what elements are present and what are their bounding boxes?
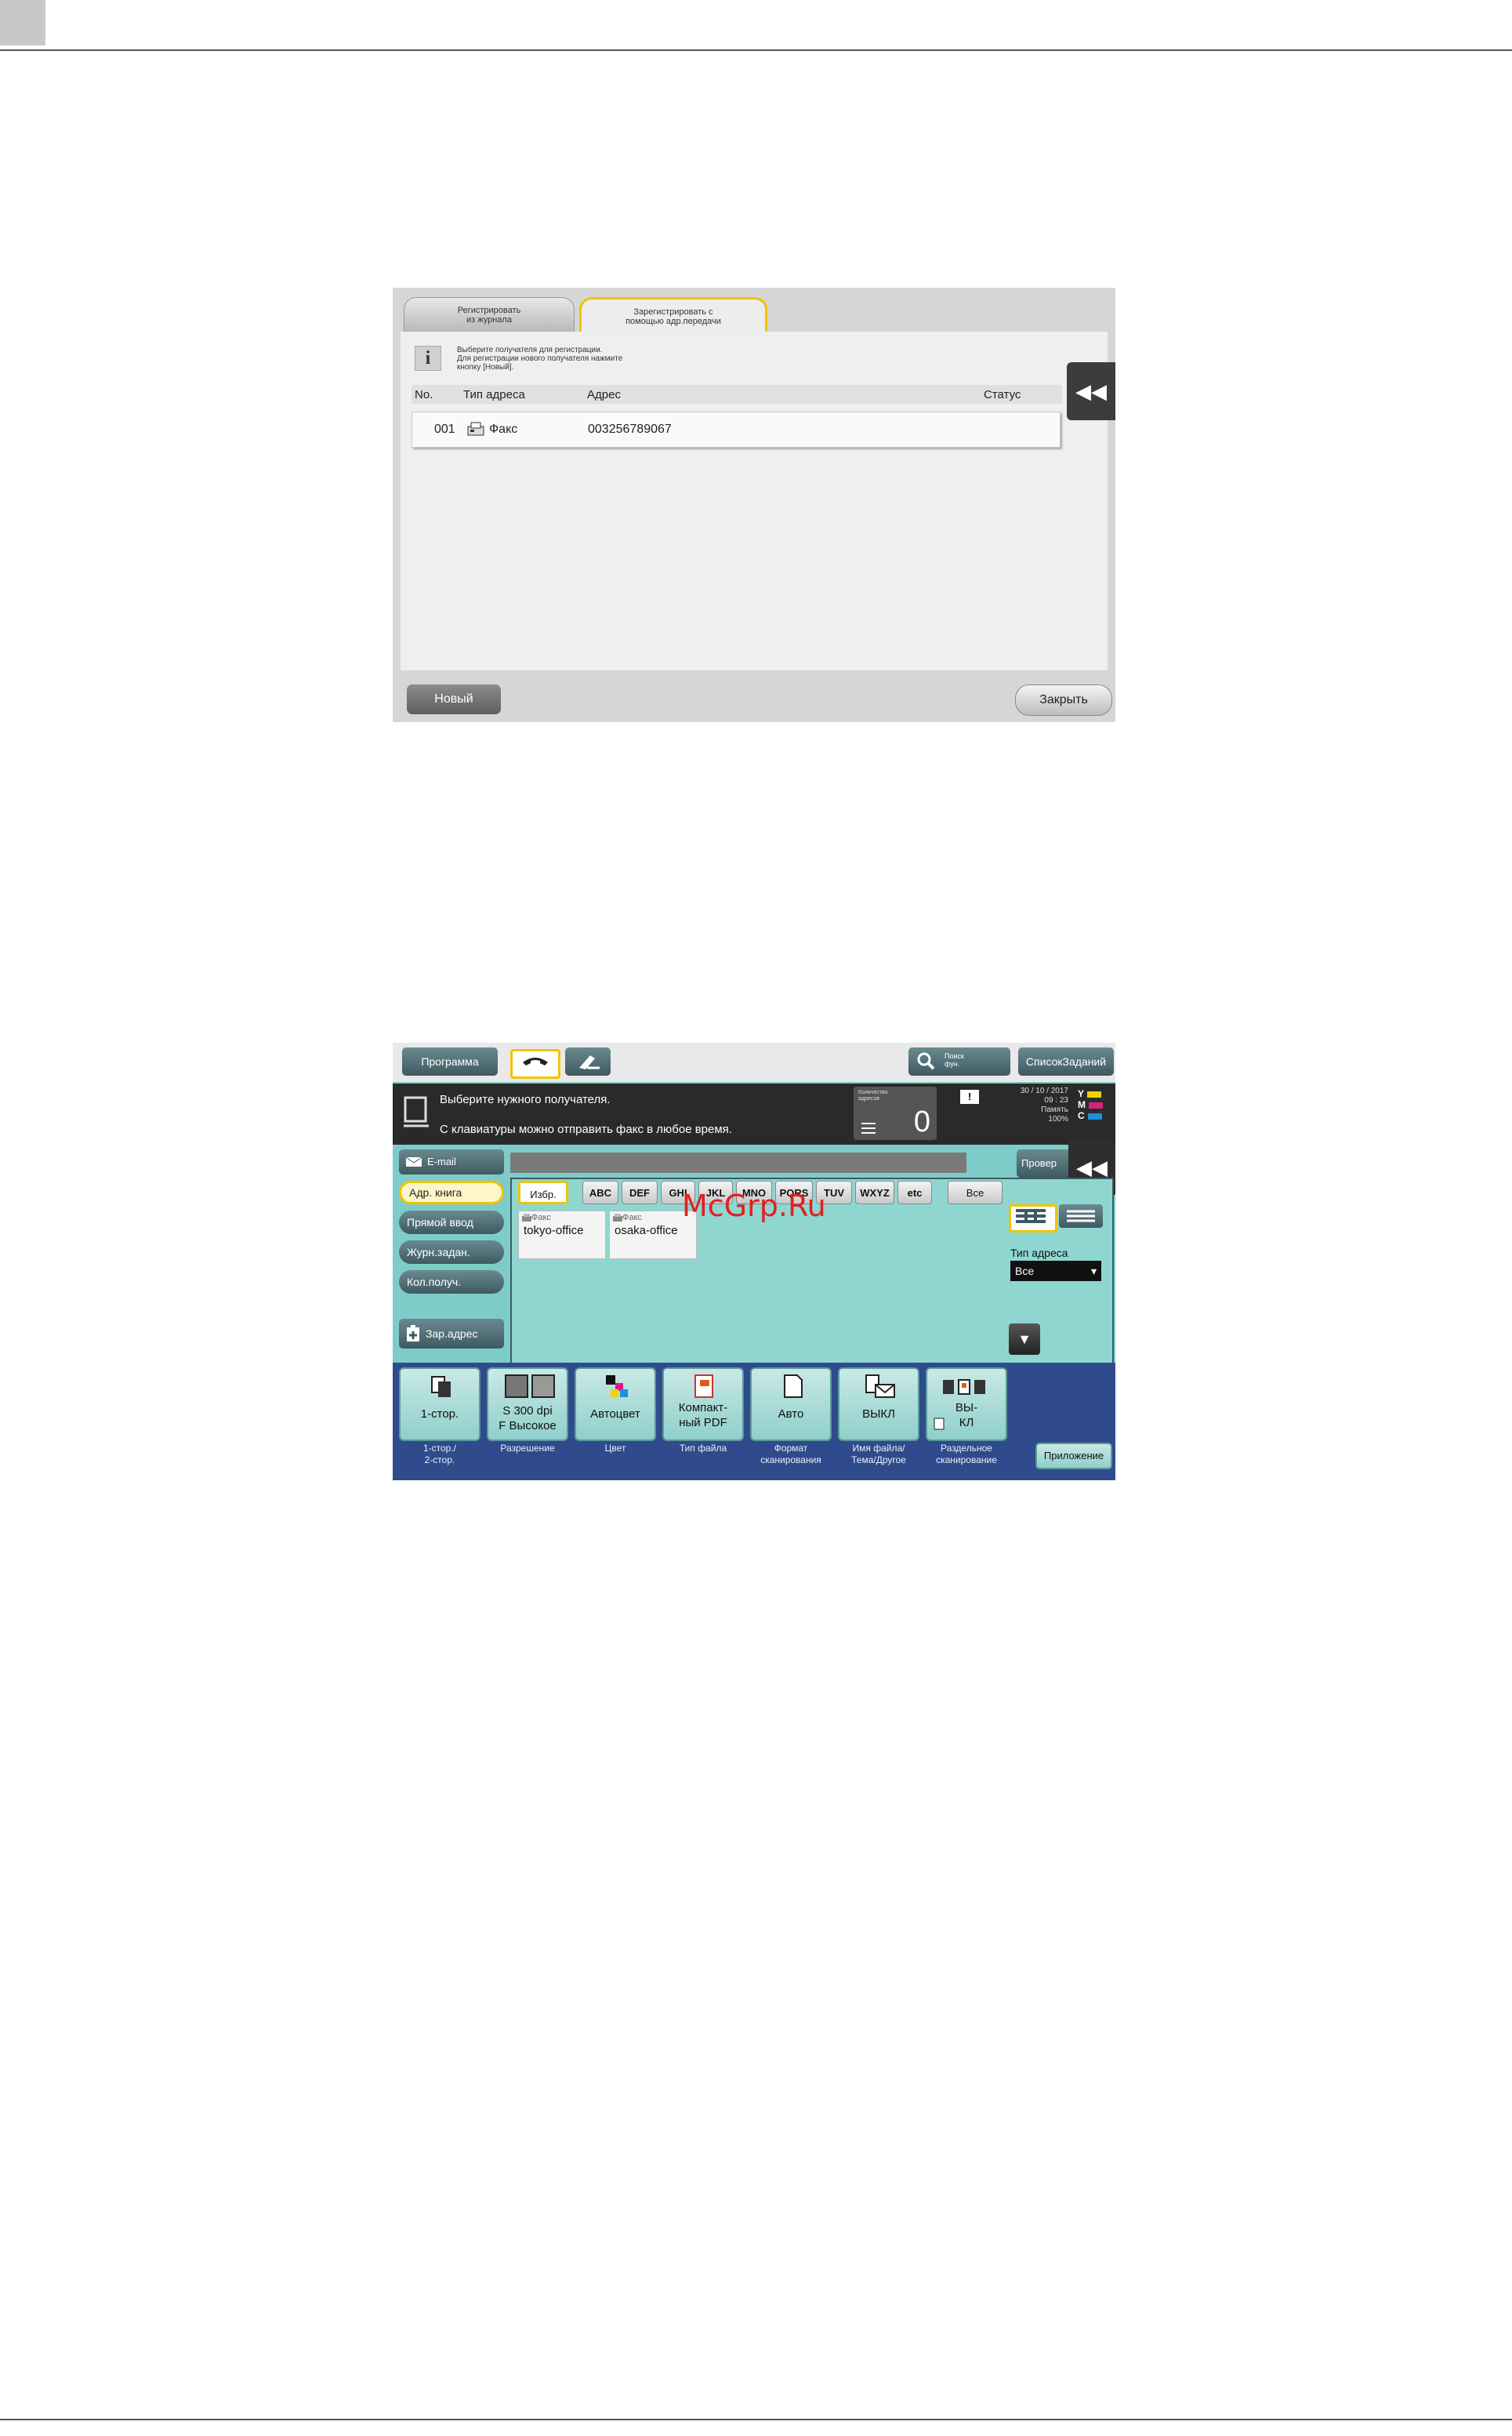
register-from-transmission-screen: Регистрировать из журнала Зарегистрирова… (393, 288, 1115, 722)
application-button[interactable]: Приложение (1035, 1443, 1112, 1469)
tab-register-from-journal[interactable]: Регистрировать из журнала (404, 297, 575, 333)
telephone-icon (523, 1058, 548, 1066)
counter-label: Количество адресов (858, 1090, 888, 1102)
index-favorites[interactable]: Избр. (518, 1181, 568, 1204)
pdf-file-icon (694, 1374, 713, 1398)
job-list-button[interactable]: СписокЗаданий (1018, 1047, 1114, 1076)
scroll-down-icon[interactable]: ▼ (1009, 1323, 1040, 1355)
separate-scan-button[interactable]: ВЫ- КЛ (926, 1367, 1007, 1441)
grid-view-icon[interactable] (1009, 1204, 1057, 1233)
function-search-button[interactable]: Поиск фун. (908, 1047, 1010, 1076)
caption-duplex: 1-стор./ 2-стор. (422, 1443, 457, 1465)
envelope-icon (405, 1156, 422, 1167)
auto-color-icon (606, 1375, 628, 1397)
row-no: 001 (434, 423, 455, 436)
caption-separate-scan: Раздельное сканирование (936, 1443, 997, 1465)
datetime-memory: 30 / 10 / 2017 09 : 23 Память 100% (1020, 1087, 1068, 1124)
address-book-button[interactable]: Адр. книга (399, 1181, 504, 1204)
duplex-button[interactable]: 1-стор. (399, 1367, 480, 1441)
message-bar: Выберите нужного получателя. С клавиатур… (393, 1084, 1115, 1145)
direct-input-button[interactable]: Прямой ввод (399, 1211, 504, 1234)
fax-icon (467, 422, 484, 436)
address-display-field (510, 1153, 966, 1173)
fax-destination-screen: Программа Поиск фун. СписокЗаданий Выбер… (393, 1043, 1115, 1480)
job-log-button[interactable]: Журн.задан. (399, 1240, 504, 1264)
destination-counter: Количество адресов 0 (854, 1087, 937, 1140)
page-corner-tab (0, 0, 45, 45)
message-line-1: Выберите нужного получателя. (440, 1093, 611, 1106)
table-header: No. Тип адреса Адрес Статус (412, 385, 1062, 404)
caption-file-type: Тип файла (679, 1443, 727, 1454)
caption-scan-size: Формат сканирования (760, 1443, 821, 1465)
page-icon (784, 1374, 803, 1398)
toner-cyan: C (1078, 1110, 1109, 1121)
double-chevron-left-icon[interactable]: ◀◀ (1067, 362, 1115, 420)
file-name-icon (865, 1374, 895, 1398)
recipient-count-button[interactable]: Кол.получ. (399, 1270, 504, 1294)
onhook-icon (579, 1055, 600, 1069)
fax-icon (522, 1214, 531, 1222)
col-address-type: Тип адреса (463, 388, 525, 401)
scan-size-button[interactable]: Авто (750, 1367, 832, 1441)
duplex-icon (431, 1376, 451, 1397)
program-button[interactable]: Программа (402, 1047, 498, 1076)
warning-icon[interactable]: ! (960, 1090, 979, 1104)
header-rule (0, 49, 1512, 51)
col-status: Статус (984, 388, 1021, 401)
col-address: Адрес (587, 388, 621, 401)
document-icon (404, 1096, 429, 1127)
table-row[interactable]: 001 Факс 003256789067 (412, 412, 1061, 448)
fax-icon (613, 1214, 622, 1222)
col-no: No. (415, 388, 433, 401)
index-etc[interactable]: etc (897, 1181, 932, 1204)
search-icon (917, 1052, 935, 1070)
address-type-select[interactable]: Все ▾ (1010, 1261, 1101, 1281)
toner-yellow: Y (1078, 1088, 1109, 1099)
chevron-down-icon: ▾ (1090, 1265, 1097, 1277)
caption-color: Цвет (604, 1443, 626, 1454)
info-text: Выберите получателя для регистрации. Для… (457, 346, 623, 372)
list-icon (861, 1123, 876, 1134)
resolution-button[interactable]: S 300 dpi F Высокое (487, 1367, 568, 1441)
row-type: Факс (489, 423, 518, 436)
index-def[interactable]: DEF (622, 1181, 658, 1204)
file-type-button[interactable]: Компакт- ный PDF (662, 1367, 744, 1441)
list-view-icon[interactable] (1059, 1204, 1103, 1228)
row-address: 003256789067 (588, 423, 672, 436)
register-address-button[interactable]: Зар.адрес (399, 1319, 504, 1349)
caption-file-name: Имя файла/ Тема/Другое (851, 1443, 906, 1465)
separate-scan-icon (943, 1379, 985, 1395)
footer-rule (0, 2419, 1512, 2420)
address-card[interactable]: Факс tokyo-office (518, 1211, 606, 1259)
address-type-label: Тип адреса (1010, 1247, 1068, 1259)
tab-register-from-transmission[interactable]: Зарегистрировать с помощью адр.передачи (579, 297, 767, 334)
watermark: McGrp.Ru (682, 1189, 826, 1223)
info-icon: i (415, 346, 441, 371)
search-label: Поиск фун. (945, 1052, 964, 1068)
phone-button[interactable] (510, 1049, 560, 1079)
counter-value: 0 (913, 1105, 930, 1138)
color-button[interactable]: Автоцвет (575, 1367, 656, 1441)
message-line-2: С клавиатуры можно отправить факс в любо… (440, 1123, 732, 1136)
resolution-icon (505, 1374, 555, 1398)
new-button[interactable]: Новый (407, 684, 501, 714)
index-abc[interactable]: ABC (582, 1181, 618, 1204)
close-button[interactable]: Закрыть (1015, 684, 1112, 716)
email-tab[interactable]: E-mail (399, 1149, 504, 1174)
register-icon (407, 1325, 419, 1341)
toner-magenta: M (1078, 1099, 1109, 1110)
content-panel: i Выберите получателя для регистрации. Д… (401, 332, 1108, 670)
onhook-button[interactable] (565, 1047, 611, 1076)
check-button[interactable]: Провер (1017, 1149, 1076, 1178)
file-name-button[interactable]: ВЫКЛ (838, 1367, 919, 1441)
index-all[interactable]: Все (948, 1181, 1003, 1204)
index-wxyz[interactable]: WXYZ (855, 1181, 894, 1204)
caption-resolution: Разрешение (500, 1443, 555, 1454)
toner-levels: Y M C (1078, 1088, 1109, 1121)
